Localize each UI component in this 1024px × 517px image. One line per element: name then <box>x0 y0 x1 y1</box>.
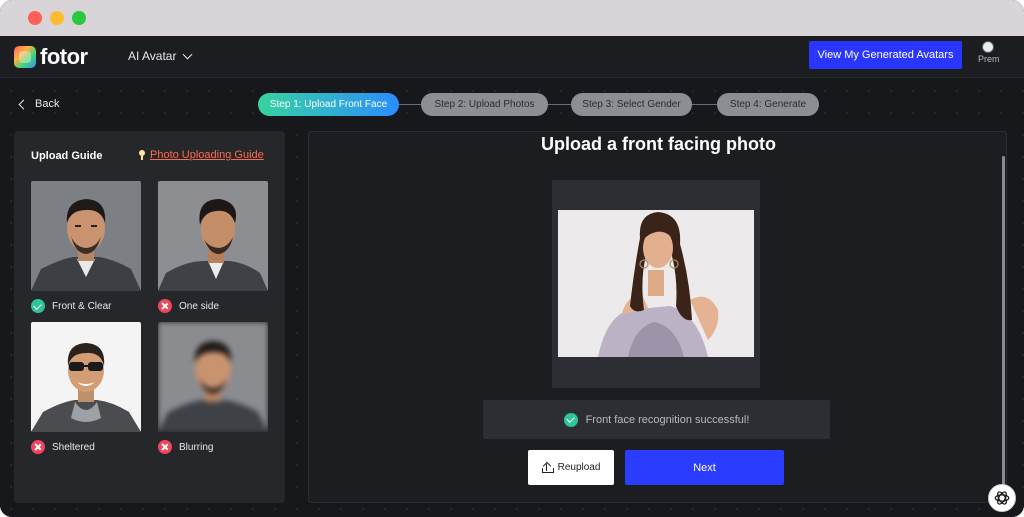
step-1[interactable]: Step 1: Upload Front Face <box>258 93 399 116</box>
user-avatar[interactable]: Prem <box>978 41 1006 71</box>
window-titlebar <box>0 0 1024 36</box>
uploaded-photo-frame <box>552 180 760 388</box>
step-connector <box>548 104 571 105</box>
example-blurring-image <box>158 322 268 432</box>
upload-icon <box>541 463 554 473</box>
browser-window: fotor AI Avatar View My Generated Avatar… <box>0 0 1024 517</box>
step-connector <box>692 104 717 105</box>
page-title: Upload a front facing photo <box>541 134 776 154</box>
photo-uploading-guide-link[interactable]: Photo Uploading Guide <box>138 149 264 161</box>
example-caption: One side <box>158 299 219 313</box>
check-circle-icon <box>563 412 578 427</box>
error-circle-icon <box>158 440 172 454</box>
minimize-window-dot[interactable] <box>50 11 64 25</box>
upload-main-panel: Upload a front facing photo Front face r… <box>308 131 1007 503</box>
top-navigation: fotor AI Avatar View My Generated Avatar… <box>0 36 1024 78</box>
step-2[interactable]: Step 2: Upload Photos <box>421 93 548 116</box>
photo-uploading-guide-label: Photo Uploading Guide <box>150 149 264 161</box>
example-one-side-image <box>158 181 268 291</box>
user-name: Prem <box>978 54 1000 64</box>
step-4[interactable]: Step 4: Generate <box>717 93 819 116</box>
maximize-window-dot[interactable] <box>72 11 86 25</box>
step-3[interactable]: Step 3: Select Gender <box>571 93 692 116</box>
reupload-button[interactable]: Reupload <box>528 450 614 485</box>
ai-avatar-menu-label: AI Avatar <box>128 49 177 63</box>
check-circle-icon <box>31 299 45 313</box>
lightbulb-icon <box>138 149 146 161</box>
app-canvas: fotor AI Avatar View My Generated Avatar… <box>0 36 1024 517</box>
ai-avatar-menu[interactable]: AI Avatar <box>128 49 193 63</box>
uploaded-photo <box>558 210 754 357</box>
close-window-dot[interactable] <box>28 11 42 25</box>
example-label: One side <box>179 300 220 312</box>
example-label: Blurring <box>179 441 214 453</box>
upload-guide-title: Upload Guide <box>31 150 103 162</box>
example-caption: Sheltered <box>31 440 95 454</box>
example-label: Front & Clear <box>52 300 112 312</box>
brand-name: fotor <box>40 44 88 69</box>
view-generated-avatars-button[interactable]: View My Generated Avatars <box>809 41 962 69</box>
reupload-label: Reupload <box>557 462 601 473</box>
recognition-status-text: Front face recognition successful! <box>585 413 750 426</box>
fotor-logo[interactable]: fotor <box>14 44 88 70</box>
example-sheltered-image <box>31 322 141 432</box>
chat-assistant-icon[interactable] <box>988 484 1016 512</box>
error-circle-icon <box>158 299 172 313</box>
upload-guide-panel: Upload Guide Photo Uploading Guide Front… <box>14 131 285 503</box>
scrollbar-thumb[interactable] <box>1002 156 1005 496</box>
example-front-clear-image <box>31 181 141 291</box>
example-caption: Front & Clear <box>31 299 111 313</box>
recognition-status: Front face recognition successful! <box>483 400 830 439</box>
example-caption: Blurring <box>158 440 213 454</box>
chevron-down-icon <box>183 49 193 59</box>
step-connector <box>399 104 421 105</box>
error-circle-icon <box>31 440 45 454</box>
example-label: Sheltered <box>52 441 95 453</box>
stepper: Step 1: Upload Front Face Step 2: Upload… <box>0 93 1024 117</box>
avatar-icon <box>982 41 994 53</box>
next-button[interactable]: Next <box>625 450 784 485</box>
fotor-logo-icon <box>14 46 36 68</box>
